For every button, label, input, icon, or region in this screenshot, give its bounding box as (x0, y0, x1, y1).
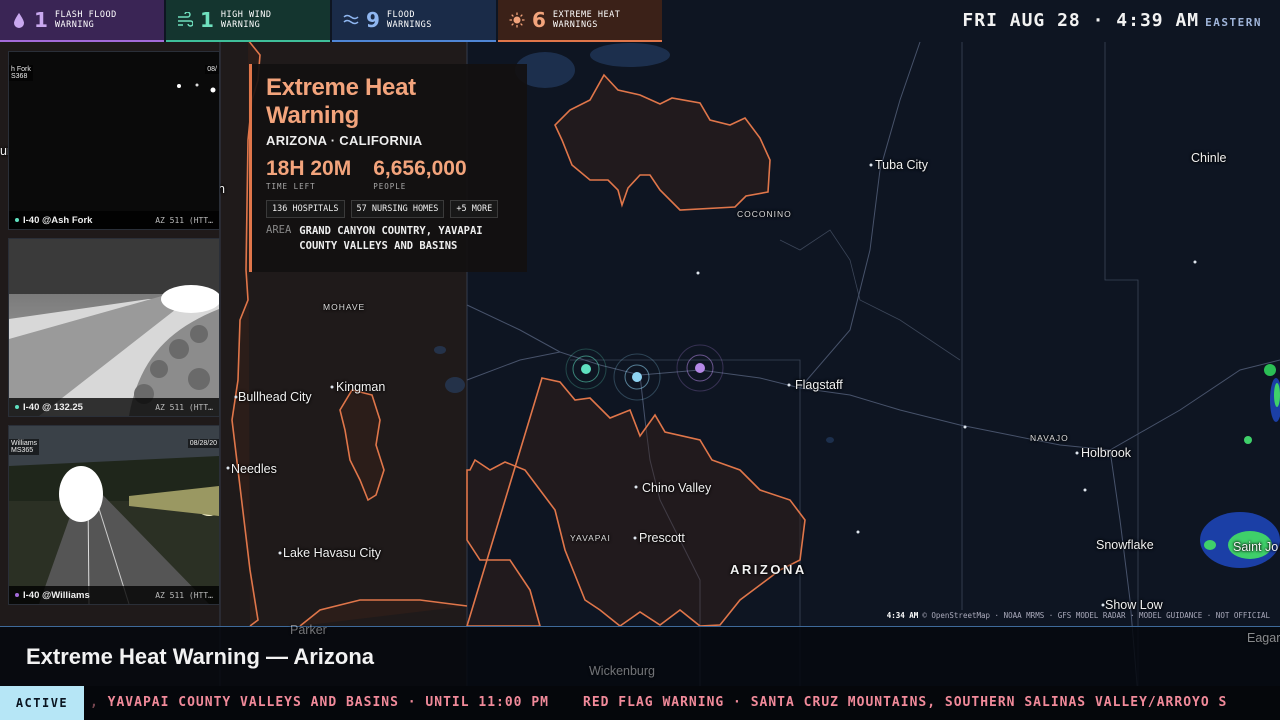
map-label-wickenburg: Wickenburg (589, 664, 655, 678)
map-label-arizona: ARIZONA (730, 562, 807, 577)
alert-bar: 1 FLASH FLOOD WARNING 1 HIGH WIND WARNING … (0, 0, 664, 42)
map-label-needles: Needles (231, 462, 277, 476)
banner-title: Extreme Heat Warning — Arizona (26, 644, 374, 669)
map-label-chino-valley: Chino Valley (642, 481, 712, 495)
camera-image (9, 239, 219, 416)
map-label-snowflake: Snowflake (1096, 538, 1154, 552)
alert-count: 6 (532, 8, 546, 32)
camera-feed-williams[interactable]: Williams MS365 08/28/20 I-40 @Williams AZ… (8, 425, 220, 605)
map-label-kingman: Kingman (336, 380, 386, 394)
alert-extreme-heat[interactable]: 6 EXTREME HEAT WARNINGS (498, 0, 662, 42)
map-label-saint-johns: Saint Jo (1233, 540, 1279, 554)
map-label-prescott: Prescott (639, 531, 685, 545)
camera-image (9, 426, 219, 604)
chip-more[interactable]: +5 MORE (450, 200, 499, 218)
bottom-banner: Extreme Heat Warning — Arizona Parker Wi… (0, 623, 1280, 687)
map-label-flagstaff: Flagstaff (795, 378, 843, 392)
map-label-navajo: NAVAJO (1030, 433, 1069, 443)
warning-area: AREA GRAND CANYON COUNTRY, YAVAPAI COUNT… (266, 224, 483, 252)
alert-high-wind[interactable]: 1 HIGH WIND WARNING (166, 0, 330, 42)
map-label-mohave: MOHAVE (323, 302, 366, 312)
map-label-coconino: COCONINO (737, 209, 792, 219)
alert-count: 9 (366, 8, 380, 32)
news-ticker: , YAVAPAI COUNTY VALLEYS AND BASINS · UN… (0, 686, 1280, 720)
camera-feed-132-25[interactable]: I-40 @ 132.25 AZ 511 (HTT… (8, 238, 220, 417)
map-label-show-low: Show Low (1105, 598, 1163, 612)
wind-icon (176, 11, 194, 29)
chip-nursing-homes: 57 NURSING HOMES (350, 200, 445, 218)
map-label-yavapai: YAVAPAI (570, 533, 611, 543)
droplet-icon (10, 11, 28, 29)
alert-count: 1 (34, 8, 48, 32)
map-label-holbrook: Holbrook (1081, 446, 1132, 460)
map-label-lake-havasu-city: Lake Havasu City (283, 546, 381, 560)
camera-overlay-location: Williams MS365 (9, 439, 40, 455)
map-attribution: 4:34 AM © OpenStreetMap · NOAA MRMS · GFS… (886, 611, 1270, 620)
ticker-active-tag: ACTIVE (0, 686, 84, 720)
alert-label: FLASH FLOOD WARNING (54, 10, 117, 30)
map-label-chinle: Chinle (1191, 151, 1227, 165)
camera-image (9, 52, 219, 229)
sun-icon (508, 11, 526, 29)
map-label-parker: Parker (290, 623, 327, 637)
warning-states: ARIZONA · CALIFORNIA (266, 133, 423, 148)
alert-label: FLOOD WARNINGS (386, 10, 432, 30)
alert-label: EXTREME HEAT WARNINGS (552, 10, 621, 30)
ticker-text: , YAVAPAI COUNTY VALLEYS AND BASINS · UN… (90, 695, 1228, 710)
alert-count: 1 (200, 8, 214, 32)
camera-overlay-date: 08/28/20 (187, 439, 219, 448)
alert-flood[interactable]: 9 FLOOD WARNINGS (332, 0, 496, 42)
camera-caption: I-40 @ 132.25 AZ 511 (HTT… (9, 398, 219, 416)
map-label-bullhead-city: Bullhead City (238, 390, 312, 404)
stat-people: 6,656,000 PEOPLE (373, 157, 467, 191)
camera-caption: I-40 @Williams AZ 511 (HTT… (9, 586, 219, 604)
camera-caption: I-40 @Ash Fork AZ 511 (HTT… (9, 211, 219, 229)
warning-info-card[interactable]: Extreme Heat Warning ARIZONA · CALIFORNI… (249, 64, 527, 272)
stat-time-left: 18H 20M TIME LEFT (266, 157, 352, 191)
alert-flash-flood[interactable]: 1 FLASH FLOOD WARNING (0, 0, 164, 42)
map-label-eagar: Eagar (1247, 631, 1280, 645)
warning-title: Extreme Heat Warning (266, 74, 416, 129)
camera-overlay-location: h Fork S368 (9, 65, 33, 81)
alert-label: HIGH WIND WARNING (220, 10, 272, 30)
camera-overlay-date: 08/ (205, 65, 219, 74)
chip-hospitals: 136 HOSPITALS (266, 200, 345, 218)
waves-icon (342, 11, 360, 29)
map-label-tuba-city: Tuba City (875, 158, 929, 172)
clock: FRI AUG 28 · 4:39 AM EASTERN (962, 10, 1262, 31)
camera-feed-ash-fork[interactable]: h Fork S368 08/ I-40 @Ash Fork AZ 511 (HT… (8, 51, 220, 230)
